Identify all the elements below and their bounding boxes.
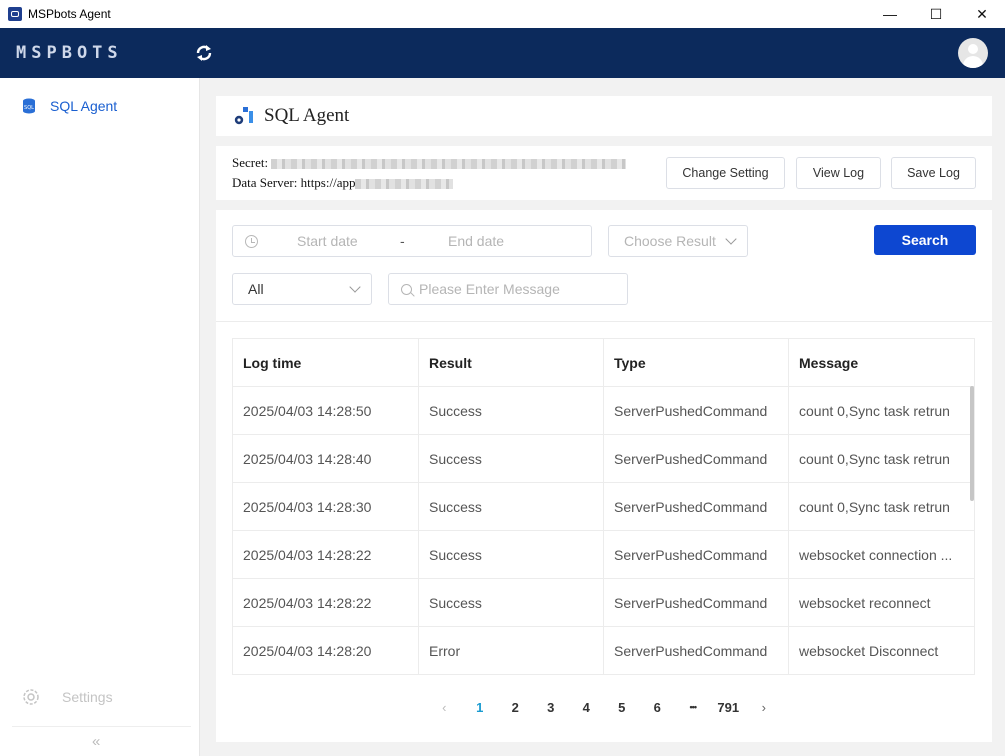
clock-icon xyxy=(245,235,258,248)
redacted-server xyxy=(355,179,454,190)
prev-page-button[interactable]: ‹ xyxy=(427,700,463,715)
refresh-icon[interactable] xyxy=(194,42,214,64)
chevron-down-icon xyxy=(725,233,737,245)
table-row[interactable]: 2025/04/03 14:28:22 Success ServerPushed… xyxy=(232,530,975,579)
app-header: MSPBOTS xyxy=(0,28,1005,78)
page-button-2[interactable]: 2 xyxy=(498,700,534,715)
sidebar-item-sql-agent[interactable]: SQL SQL Agent xyxy=(22,98,117,114)
page-button-4[interactable]: 4 xyxy=(569,700,605,715)
log-table-panel: Log time Result Type Message 2025/04/03 … xyxy=(216,322,992,742)
cell-result: Error xyxy=(418,626,604,675)
connection-info: Secret: Data Server: https://app Change … xyxy=(216,146,992,200)
start-date-input[interactable]: Start date xyxy=(297,233,358,249)
chevron-down-icon xyxy=(349,281,361,293)
settings-label: Settings xyxy=(62,689,113,705)
cell-type: ServerPushedCommand xyxy=(603,386,789,435)
divider xyxy=(12,726,191,727)
type-select-value: All xyxy=(248,281,264,297)
date-range-picker[interactable]: Start date - End date xyxy=(232,225,592,257)
window-title-bar: MSPbots Agent — ☐ ✕ xyxy=(0,0,1005,28)
sidebar-item-settings[interactable]: Settings xyxy=(20,686,113,708)
app-icon xyxy=(8,7,22,21)
cell-message: count 0,Sync task retrun xyxy=(788,434,975,483)
minimize-button[interactable]: — xyxy=(867,0,913,28)
sidebar: SQL SQL Agent Settings « xyxy=(0,78,200,756)
page-button-5[interactable]: 5 xyxy=(604,700,640,715)
cell-log-time: 2025/04/03 14:28:20 xyxy=(232,626,419,675)
page-button-1[interactable]: 1 xyxy=(462,700,498,715)
cell-log-time: 2025/04/03 14:28:40 xyxy=(232,434,419,483)
cell-message: websocket reconnect xyxy=(788,578,975,627)
user-avatar[interactable] xyxy=(958,38,988,68)
cell-result: Success xyxy=(418,434,604,483)
maximize-button[interactable]: ☐ xyxy=(913,0,959,28)
cell-result: Success xyxy=(418,578,604,627)
cell-type: ServerPushedCommand xyxy=(603,530,789,579)
column-header-message[interactable]: Message xyxy=(788,338,975,387)
cell-type: ServerPushedCommand xyxy=(603,434,789,483)
secret-row: Secret: xyxy=(232,155,627,171)
cell-log-time: 2025/04/03 14:28:22 xyxy=(232,578,419,627)
search-button[interactable]: Search xyxy=(874,225,976,255)
window-title: MSPbots Agent xyxy=(28,7,111,21)
date-separator: - xyxy=(400,233,405,249)
search-icon xyxy=(401,284,412,295)
database-icon: SQL xyxy=(23,98,35,114)
column-header-type[interactable]: Type xyxy=(603,338,789,387)
close-button[interactable]: ✕ xyxy=(959,0,1005,28)
cell-message: count 0,Sync task retrun xyxy=(788,482,975,531)
cell-result: Success xyxy=(418,386,604,435)
table-row[interactable]: 2025/04/03 14:28:30 Success ServerPushed… xyxy=(232,482,975,531)
cell-type: ServerPushedCommand xyxy=(603,482,789,531)
cell-result: Success xyxy=(418,530,604,579)
filter-panel: Start date - End date Choose Result Sear… xyxy=(216,210,992,322)
data-server-label: Data Server: https://app xyxy=(232,175,356,190)
page-header: SQL Agent xyxy=(216,96,992,136)
cell-log-time: 2025/04/03 14:28:22 xyxy=(232,530,419,579)
page-button-6[interactable]: 6 xyxy=(640,700,676,715)
message-search-field[interactable] xyxy=(388,273,628,305)
sql-agent-icon xyxy=(234,107,253,125)
page-button-last[interactable]: 791 xyxy=(711,700,747,715)
table-row[interactable]: 2025/04/03 14:28:40 Success ServerPushed… xyxy=(232,434,975,483)
mspbots-logo: MSPBOTS xyxy=(16,43,123,63)
column-header-result[interactable]: Result xyxy=(418,338,604,387)
collapse-sidebar-icon[interactable]: « xyxy=(92,733,100,750)
redacted-secret xyxy=(271,159,627,170)
type-select[interactable]: All xyxy=(232,273,372,305)
log-table: Log time Result Type Message 2025/04/03 … xyxy=(232,338,975,675)
table-scrollbar[interactable] xyxy=(970,386,974,501)
table-row[interactable]: 2025/04/03 14:28:20 Error ServerPushedCo… xyxy=(232,626,975,675)
table-row[interactable]: 2025/04/03 14:28:50 Success ServerPushed… xyxy=(232,386,975,435)
table-row[interactable]: 2025/04/03 14:28:22 Success ServerPushed… xyxy=(232,578,975,627)
cell-message: websocket connection ... xyxy=(788,530,975,579)
view-log-button[interactable]: View Log xyxy=(796,157,881,189)
gear-icon xyxy=(23,689,39,705)
secret-label: Secret: xyxy=(232,155,269,170)
result-select[interactable]: Choose Result xyxy=(608,225,748,257)
column-header-log-time[interactable]: Log time xyxy=(232,338,419,387)
next-page-button[interactable]: › xyxy=(746,700,782,715)
message-input[interactable] xyxy=(419,274,619,304)
cell-message: count 0,Sync task retrun xyxy=(788,386,975,435)
save-log-button[interactable]: Save Log xyxy=(891,157,976,189)
more-pages-ellipsis[interactable]: ••• xyxy=(675,702,711,712)
pagination: ‹ 1 2 3 4 5 6 ••• 791 › xyxy=(216,692,992,722)
page-title: SQL Agent xyxy=(264,105,350,126)
result-select-placeholder: Choose Result xyxy=(624,233,716,249)
sidebar-item-label: SQL Agent xyxy=(50,98,118,114)
data-server-row: Data Server: https://app xyxy=(232,175,454,191)
page-button-3[interactable]: 3 xyxy=(533,700,569,715)
cell-message: websocket Disconnect xyxy=(788,626,975,675)
cell-result: Success xyxy=(418,482,604,531)
change-setting-button[interactable]: Change Setting xyxy=(666,157,785,189)
end-date-input[interactable]: End date xyxy=(448,233,504,249)
cell-type: ServerPushedCommand xyxy=(603,626,789,675)
cell-log-time: 2025/04/03 14:28:30 xyxy=(232,482,419,531)
cell-type: ServerPushedCommand xyxy=(603,578,789,627)
table-header-row: Log time Result Type Message xyxy=(232,338,975,387)
svg-text:SQL: SQL xyxy=(24,105,34,111)
cell-log-time: 2025/04/03 14:28:50 xyxy=(232,386,419,435)
